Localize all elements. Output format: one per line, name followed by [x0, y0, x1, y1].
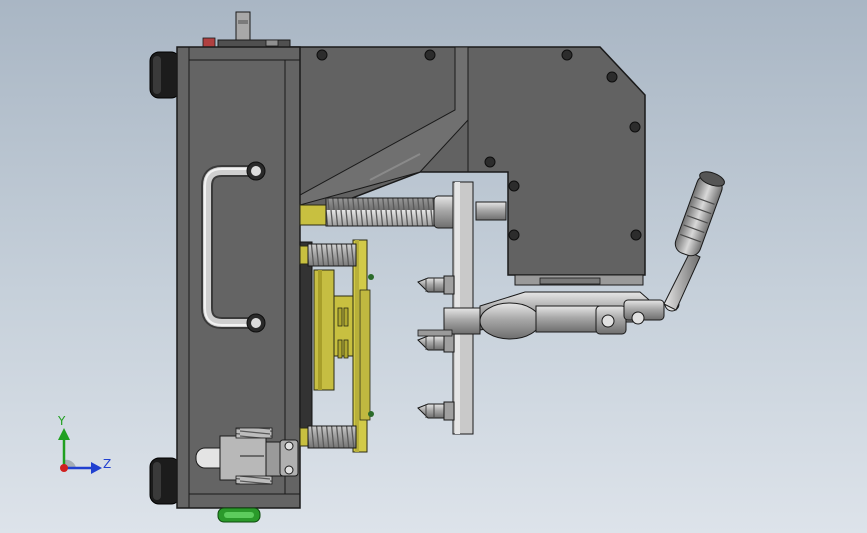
x-axis-origin [60, 464, 68, 472]
locating-pins [417, 275, 455, 421]
yellow-fixture-stack [299, 239, 374, 453]
z-axis-label: Z [103, 457, 112, 471]
clamp-lever-grip [674, 171, 725, 257]
cad-viewport[interactable]: Y Z [0, 0, 867, 533]
coordinate-triad [58, 428, 102, 474]
rubber-feet [149, 51, 181, 505]
top-fittings [202, 11, 291, 49]
fixture-assembly-drawing [58, 11, 725, 523]
y-axis-label: Y [58, 414, 66, 428]
green-connector [217, 507, 261, 523]
